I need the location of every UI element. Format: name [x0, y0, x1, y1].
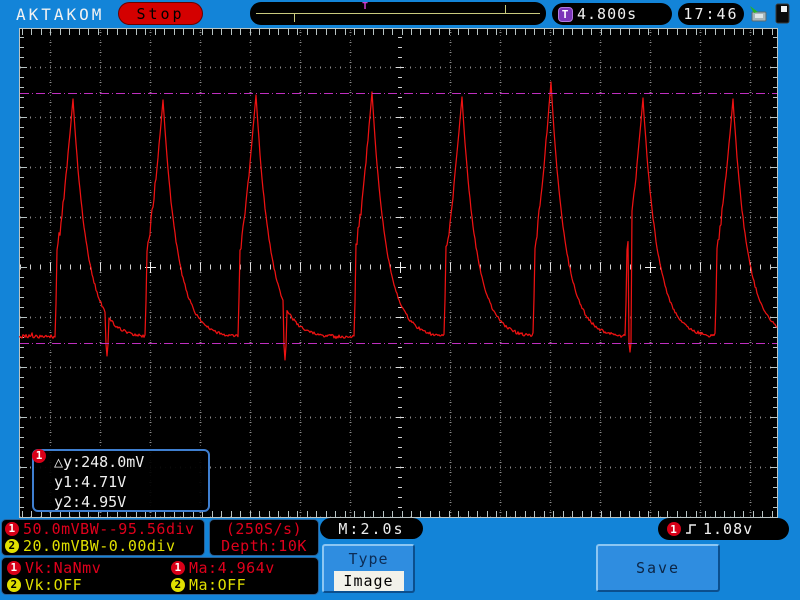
- cursor-channel-badge: 1: [32, 449, 46, 463]
- trigger-delay-value: 4.800s: [577, 5, 638, 23]
- waveform-display: 1 △y:248.0mV y1:4.71V y2:4.95V: [18, 28, 778, 519]
- oscilloscope-screen: AKTAKOM Stop T T 4.800s 17:46 1 △y:248.0…: [0, 0, 800, 600]
- clock-readout: 17:46: [678, 3, 744, 25]
- vk2-text: Vk:OFF: [25, 575, 83, 594]
- cursor-y1-readout: y1:4.71V: [54, 473, 127, 491]
- save-button-label: Save: [635, 559, 681, 577]
- memory-window-line: [256, 13, 540, 14]
- ma1-row: 1 Ma:4.964v: [168, 558, 275, 577]
- trigger-level-value: 1.08v: [703, 520, 754, 538]
- type-menu-value[interactable]: Image: [333, 571, 404, 591]
- ch1-waveform-trace: [18, 81, 778, 361]
- sample-rate-readout: (250S/s): [225, 520, 303, 538]
- memory-depth-readout: Depth:10K: [221, 537, 307, 555]
- trigger-delay-readout: T 4.800s: [552, 3, 672, 25]
- trigger-level-readout: 1 1.08v: [658, 518, 789, 540]
- vk1-row: 1 Vk:NaNmv: [4, 558, 102, 577]
- save-disk-icon: [750, 6, 767, 22]
- math-meas-column: 1 Ma:4.964v 2 Ma:OFF: [168, 558, 275, 594]
- trigger-source-badge: 1: [667, 522, 681, 536]
- ch1-settings-row: 1 50.0mVBW--95.56div: [2, 519, 204, 538]
- ch2-badge: 2: [5, 538, 19, 553]
- type-menu-label: Type: [348, 550, 389, 568]
- measurement-panel: 1 Vk:NaNmv 2 Vk:OFF 1 Ma:4.964v 2 Ma:OFF: [1, 557, 319, 595]
- cursor-delta-readout: △y:248.0mV: [54, 453, 145, 471]
- vk1-badge: 1: [7, 560, 21, 575]
- vk2-badge: 2: [7, 577, 21, 592]
- brand-logo: AKTAKOM: [16, 5, 105, 24]
- channel-settings-panel: 1 50.0mVBW--95.56div 2 20.0mVBW-0.00div: [1, 519, 205, 556]
- ch2-settings-text: 20.0mVBW-0.00div: [23, 536, 176, 555]
- cursor-meas-column: 1 Vk:NaNmv 2 Vk:OFF: [4, 558, 102, 594]
- trigger-position-bar: T: [250, 2, 546, 25]
- window-right-tick: [505, 5, 506, 14]
- cursor-y2-readout: y2:4.95V: [54, 493, 127, 511]
- usb-device-icon: [775, 3, 790, 24]
- graticule-rulers: [19, 28, 778, 518]
- timebase-readout: M:2.0s: [320, 518, 423, 539]
- ch1-settings-text: 50.0mVBW--95.56div: [23, 519, 195, 538]
- ch1-badge: 1: [5, 521, 19, 536]
- acquisition-panel: (250S/s) Depth:10K: [209, 519, 319, 556]
- ma1-badge: 1: [171, 560, 185, 575]
- voltage-cursor-lines[interactable]: [20, 93, 777, 344]
- ch2-settings-row: 2 20.0mVBW-0.00div: [2, 536, 204, 555]
- vk1-text: Vk:NaNmv: [25, 558, 102, 577]
- ma1-text: Ma:4.964v: [189, 558, 275, 577]
- rising-edge-icon: [686, 524, 696, 534]
- ma2-text: Ma:OFF: [189, 575, 247, 594]
- vk2-row: 2 Vk:OFF: [4, 575, 101, 594]
- type-menu-button[interactable]: Type Image: [322, 544, 415, 593]
- scope-graticule-and-trace: [18, 28, 778, 519]
- trigger-t-icon: T: [558, 6, 573, 22]
- save-button[interactable]: Save: [596, 544, 720, 592]
- cursor-measurement-panel: 1 △y:248.0mV y1:4.71V y2:4.95V: [32, 449, 210, 512]
- trigger-position-marker: T: [362, 1, 369, 12]
- window-left-tick: [294, 13, 295, 22]
- ma2-row: 2 Ma:OFF: [168, 575, 275, 594]
- acquisition-stop-button[interactable]: Stop: [118, 2, 203, 25]
- ma2-badge: 2: [171, 577, 185, 592]
